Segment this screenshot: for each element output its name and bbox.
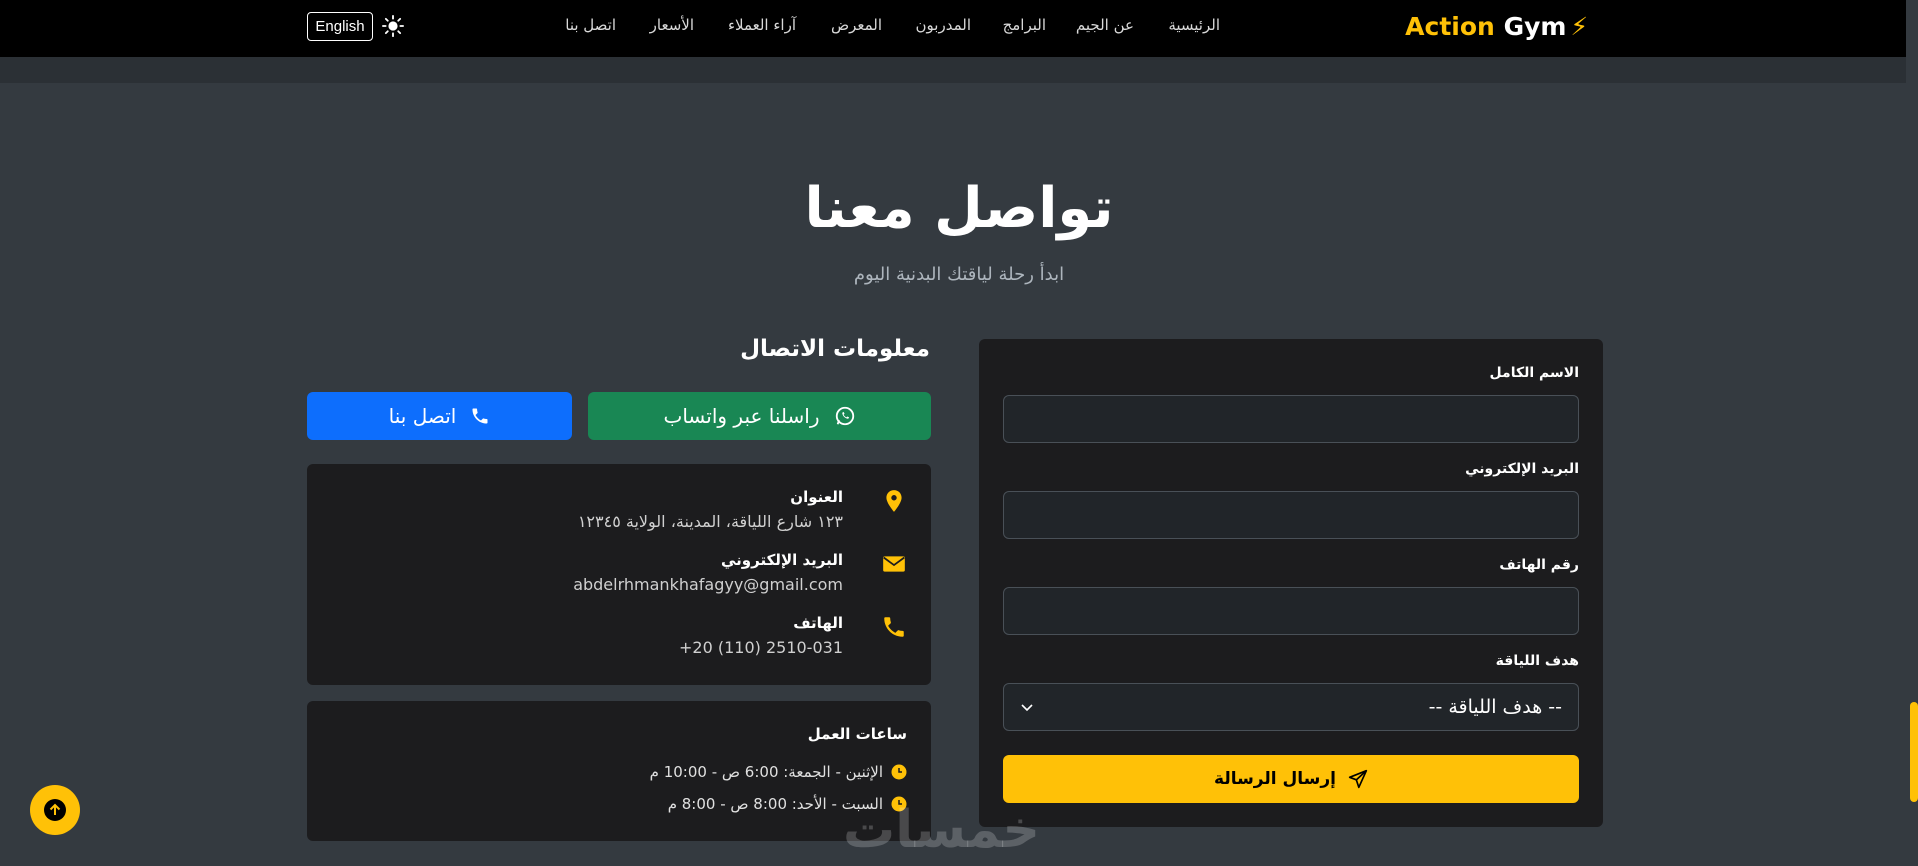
page-subtitle: ابدأ رحلة لياقتك البدنية اليوم [853,264,1065,285]
language-toggle-button[interactable]: English [307,12,373,41]
fitness-goal-selected: -- هدف اللياقة -- [1428,696,1562,718]
nav-link-testimonials[interactable]: آراء العملاء [728,16,796,34]
send-message-label: إرسال الرسالة [1214,769,1336,789]
working-hours-title: ساعات العمل [807,725,907,743]
arrow-up-icon [44,799,66,821]
nav-link-home[interactable]: الرئيسية [1168,16,1220,34]
whatsapp-button[interactable]: راسلنا عبر واتساب [588,392,931,440]
nav-link-programs[interactable]: البرامج [1003,16,1046,34]
address-value: ١٢٣ شارع اللياقة، المدينة، الولاية ١٢٣٤٥ [577,512,843,531]
nav-links: الرئيسية عن الجيم البرامج المدربون المعر… [0,16,1906,40]
call-button-label: اتصل بنا [388,404,457,428]
fitness-goal-select[interactable]: -- هدف اللياقة -- [1003,683,1579,731]
phone-icon [472,408,488,424]
phone-value[interactable]: +20 (110) 2510-031 [679,638,843,657]
envelope-icon [883,556,905,572]
scrollbar[interactable] [1906,0,1918,866]
contact-details-card: العنوان ١٢٣ شارع اللياقة، المدينة، الولا… [307,464,931,685]
send-icon [1348,769,1368,789]
whatsapp-icon [835,406,854,426]
full-name-label: الاسم الكامل [1489,365,1579,381]
email-input[interactable] [1003,491,1579,539]
phone-icon [884,617,904,637]
send-message-button[interactable]: إرسال الرسالة [1003,755,1579,803]
email-label: البريد الإلكتروني [721,551,843,569]
email-item: البريد الإلكتروني abdelrhmankhafagyy@gma… [347,551,907,601]
full-name-input[interactable] [1003,395,1579,443]
sun-icon[interactable] [382,15,404,37]
nav-link-trainers[interactable]: المدربون [916,16,971,34]
email-field-label: البريد الإلكتروني [1465,461,1579,477]
back-to-top-button[interactable] [30,785,80,835]
page-title: تواصل معنا [804,176,1114,241]
address-item: العنوان ١٢٣ شارع اللياقة، المدينة، الولا… [347,488,907,538]
call-button[interactable]: اتصل بنا [307,392,572,440]
watermark: خمسات [843,800,1041,860]
nav-link-about[interactable]: عن الجيم [1076,16,1134,34]
whatsapp-button-label: راسلنا عبر واتساب [663,404,820,428]
phone-label: الهاتف [793,614,843,632]
hours-weekdays-row: الإثنين - الجمعة: 6:00 ص - 10:00 م [650,763,907,781]
clock-icon [891,764,907,780]
nav-link-contact[interactable]: اتصل بنا [565,16,616,34]
phone-field-label: رقم الهاتف [1499,557,1579,573]
nav-link-gallery[interactable]: المعرض [831,16,882,34]
fitness-goal-label: هدف اللياقة [1495,653,1579,669]
nav-link-pricing[interactable]: الأسعار [650,16,694,34]
chevron-down-icon [1021,704,1033,712]
working-hours-card: ساعات العمل الإثنين - الجمعة: 6:00 ص - 1… [307,701,931,841]
contact-form: الاسم الكامل البريد الإلكتروني رقم الهات… [979,339,1603,827]
contact-info-heading: معلومات الاتصال [740,336,930,362]
hours-weekdays: الإثنين - الجمعة: 6:00 ص - 10:00 م [649,763,883,781]
navbar: Action Gym ⚡ الرئيسية عن الجيم البرامج ال… [0,0,1906,57]
navbar-shadow [0,57,1906,83]
scrollbar-thumb[interactable] [1910,702,1918,802]
phone-item: الهاتف +20 (110) 2510-031 [347,614,907,664]
email-value[interactable]: abdelrhmankhafagyy@gmail.com [573,575,843,594]
address-label: العنوان [790,488,843,506]
phone-input[interactable] [1003,587,1579,635]
location-pin-icon [886,490,902,512]
